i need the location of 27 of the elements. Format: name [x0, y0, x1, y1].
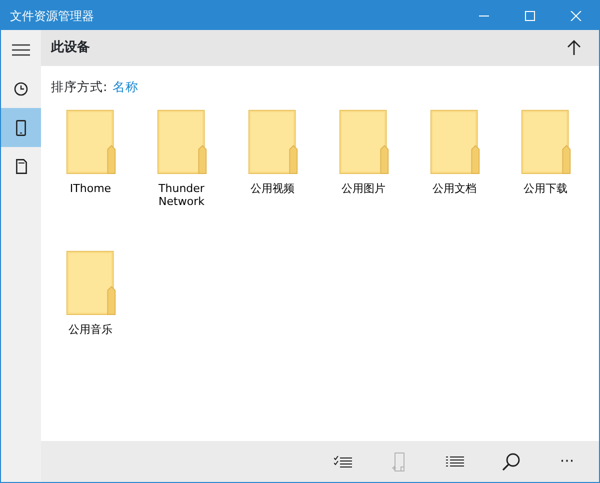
- folder-icon: [338, 108, 390, 174]
- sort-label: 排序方式:: [51, 79, 108, 94]
- folder-item[interactable]: 公用文档: [409, 104, 500, 245]
- folder-item[interactable]: 公用音乐: [45, 245, 136, 386]
- folder-item[interactable]: Thunder Network: [136, 104, 227, 245]
- folder-item[interactable]: 公用图片: [318, 104, 409, 245]
- folder-icon: [246, 108, 298, 174]
- folder-name: 公用音乐: [68, 323, 114, 336]
- phone-icon[interactable]: [1, 108, 41, 147]
- folder-name: Thunder Network: [158, 182, 206, 208]
- sort-option-link[interactable]: 名称: [112, 79, 138, 94]
- folder-icon: [428, 108, 480, 174]
- folder-item[interactable]: 公用视频: [227, 104, 318, 245]
- folder-item[interactable]: 公用下载: [500, 104, 591, 245]
- location-title: 此设备: [51, 39, 91, 58]
- folder-name: IThome: [68, 182, 112, 195]
- folder-name: 公用视频: [250, 182, 296, 195]
- folder-name: 公用文档: [432, 182, 478, 195]
- folder-icon: [64, 108, 116, 174]
- folder-item[interactable]: IThome: [45, 104, 136, 245]
- window-title: 文件资源管理器: [9, 8, 95, 24]
- folder-name: 公用图片: [340, 182, 386, 195]
- folder-name: 公用下载: [522, 182, 568, 195]
- folder-icon: [156, 108, 208, 174]
- folder-icon: [520, 108, 572, 174]
- more-button[interactable]: ···: [539, 441, 595, 482]
- folder-icon: [64, 249, 116, 315]
